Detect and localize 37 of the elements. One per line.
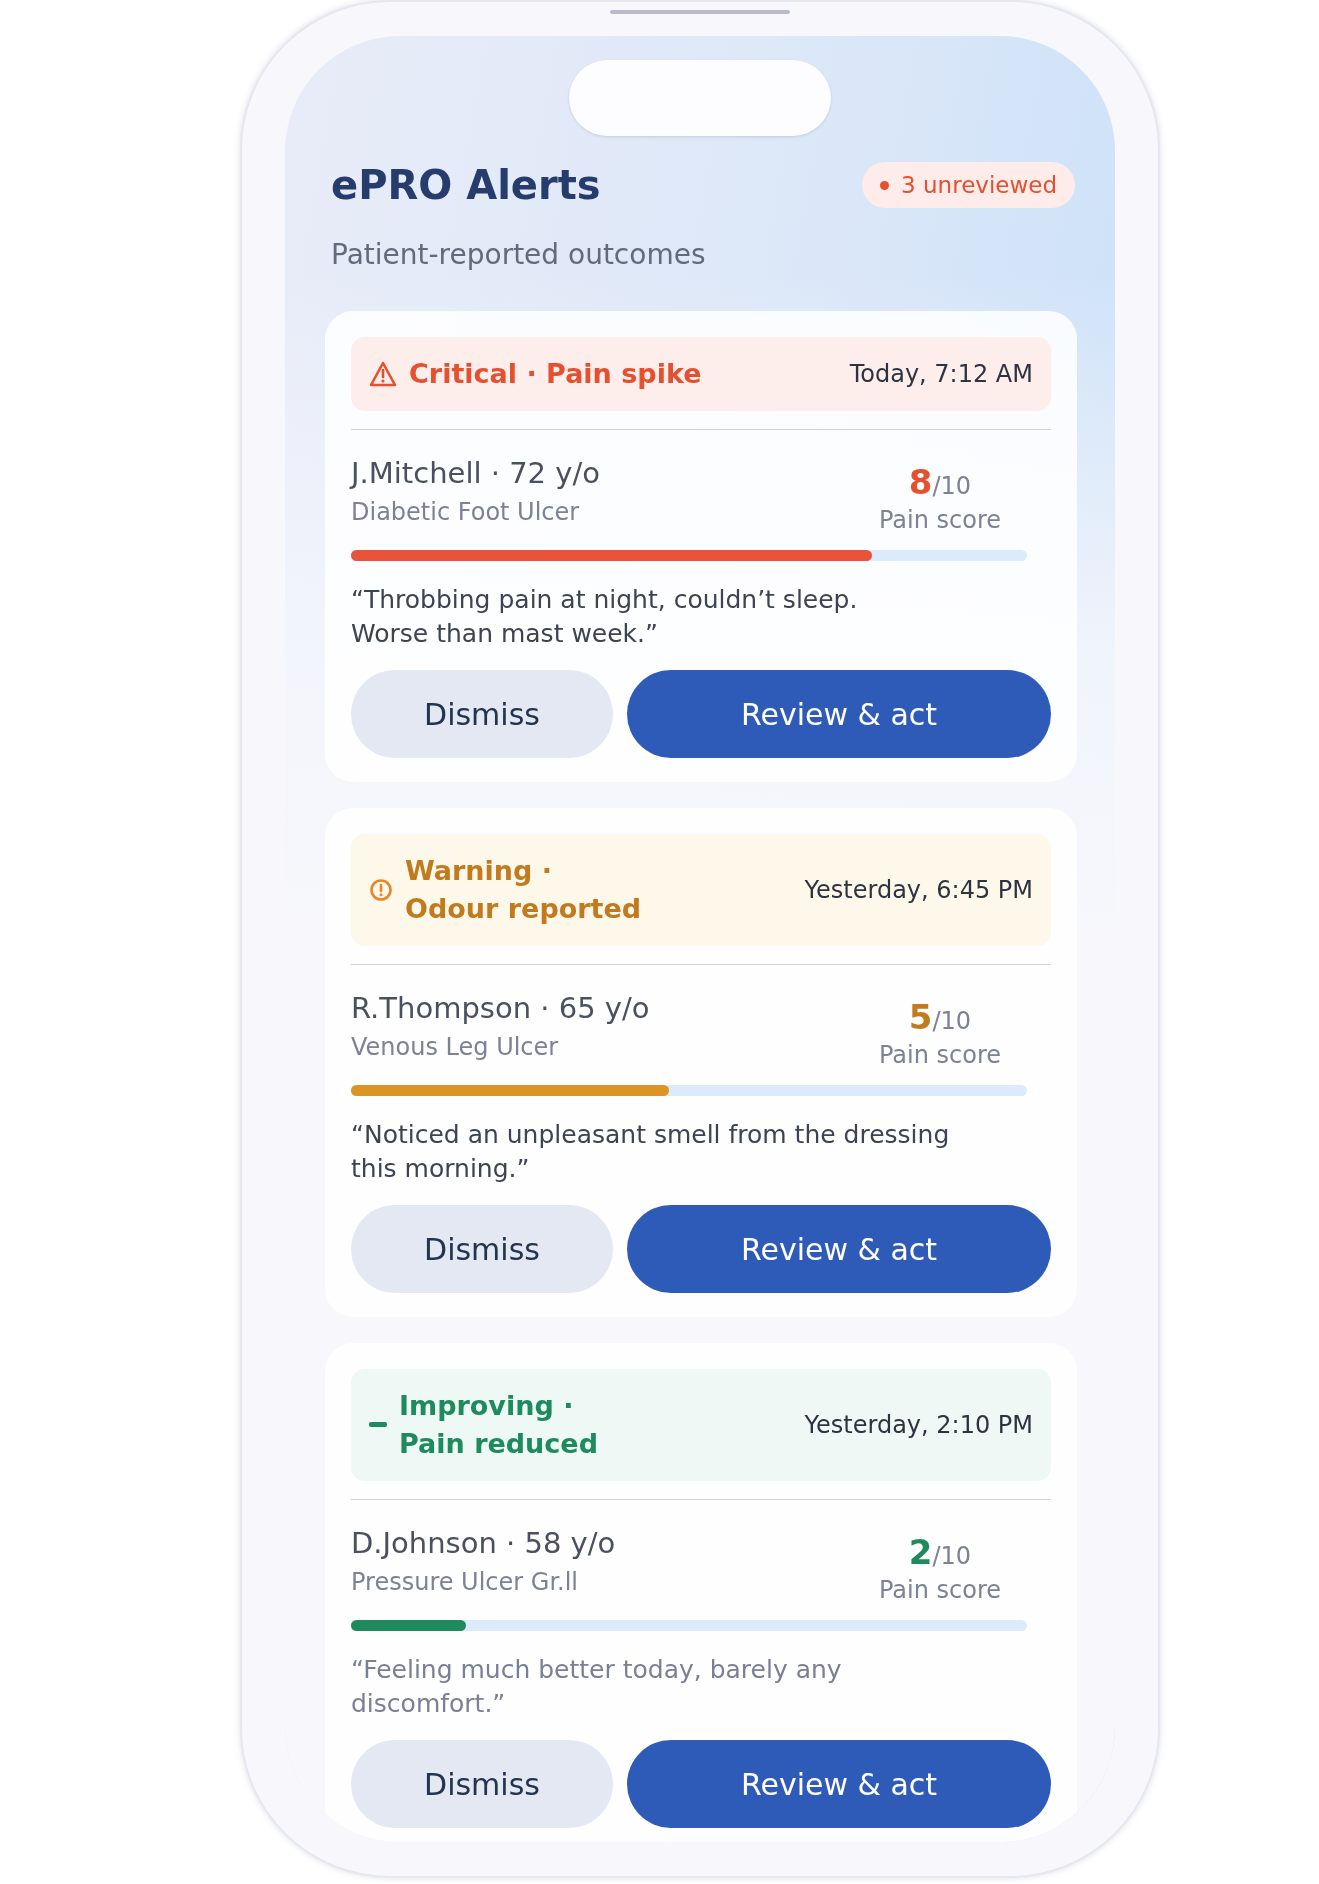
pain-score-label: Pain score	[878, 1576, 1001, 1604]
review-button[interactable]: Review & act	[627, 1740, 1051, 1829]
pain-score-value: 2	[908, 1532, 933, 1572]
diagnosis-text: Venous Leg Ulcer	[351, 1032, 560, 1061]
status-dot-icon	[880, 180, 890, 190]
pain-score-label: Pain score	[878, 1040, 1001, 1069]
diagnosis-text: Pressure Ulcer Gr.ll	[351, 1568, 580, 1596]
alert-type-label: Critical · Pain spike	[409, 357, 702, 391]
alert-type-label: Warning · Odour reported	[405, 854, 642, 927]
exclamation-circle-icon	[369, 878, 393, 903]
warning-triangle-icon	[369, 360, 397, 387]
review-button[interactable]: Review & act	[627, 1205, 1051, 1294]
dismiss-button[interactable]: Dismiss	[351, 1740, 613, 1829]
alert-time: Yesterday, 2:10 PM	[804, 1411, 1033, 1440]
patient-name: D.Johnson · 58 y/o	[351, 1526, 616, 1560]
unreviewed-badge: 3 unreviewed	[862, 162, 1075, 208]
pain-score-value: 8	[908, 461, 933, 502]
patient-name: R.Thompson · 65 y/o	[351, 990, 650, 1025]
pain-score-scale: /10	[932, 1006, 972, 1035]
pain-score-label: Pain score	[878, 505, 1001, 534]
dismiss-button[interactable]: Dismiss	[351, 670, 613, 759]
pain-score-scale: /10	[932, 471, 972, 500]
alert-time: Today, 7:12 AM	[849, 359, 1033, 388]
pain-score-value: 5	[908, 996, 933, 1037]
patient-name: J.Mitchell · 72 y/o	[351, 455, 600, 490]
dash-icon	[369, 1422, 387, 1429]
patient-quote: “Feeling much better today, barely any discomfort.”	[351, 1654, 843, 1720]
alert-time: Yesterday, 6:45 PM	[804, 876, 1033, 905]
dismiss-button[interactable]: Dismiss	[351, 1205, 613, 1294]
page-title: ePRO Alerts	[331, 162, 601, 208]
diagnosis-text: Diabetic Foot Ulcer	[351, 497, 581, 526]
review-button[interactable]: Review & act	[627, 670, 1051, 759]
patient-quote: “Noticed an unpleasant smell from the dressing this morning.”	[351, 1118, 951, 1185]
alert-type-label: Improving · Pain reduced	[399, 1389, 598, 1462]
pain-score-scale: /10	[932, 1542, 972, 1570]
page-subtitle: Patient-reported outcomes	[330, 237, 707, 271]
patient-quote: “Throbbing pain at night, couldn’t sleep. Worse than mast week.”	[351, 583, 859, 650]
